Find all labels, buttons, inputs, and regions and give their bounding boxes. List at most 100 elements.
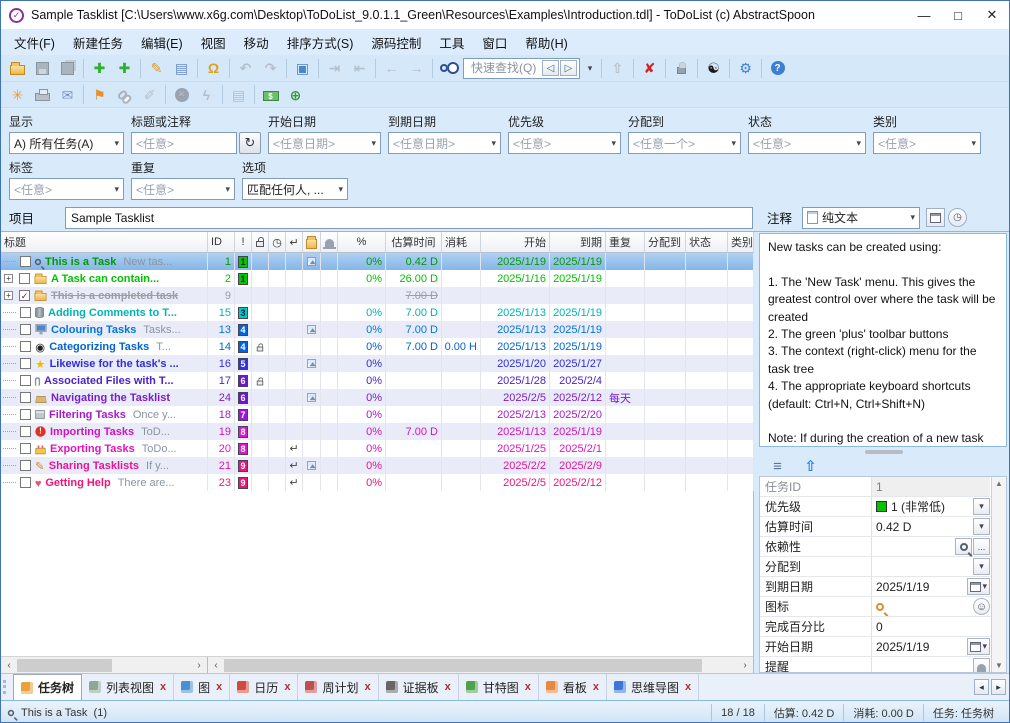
- column-header-recurrence[interactable]: ↵: [286, 232, 303, 253]
- undo-button[interactable]: ↶: [233, 57, 258, 79]
- menu-item-0[interactable]: 文件(F): [5, 29, 64, 56]
- tab-close-icon[interactable]: x: [216, 681, 222, 693]
- task-checkbox[interactable]: ✓: [19, 290, 30, 301]
- donate-button[interactable]: $: [258, 84, 283, 106]
- close-button[interactable]: ✕: [975, 1, 1009, 29]
- task-title-cell[interactable]: ★Likewise for the task's ...: [1, 355, 208, 372]
- dependency-search-button[interactable]: [955, 538, 972, 555]
- scroll-up-icon[interactable]: ▲: [995, 479, 1003, 488]
- reminder-button[interactable]: [973, 658, 990, 673]
- column-header-due[interactable]: 到期: [550, 232, 606, 253]
- cancel-button[interactable]: ✕: [169, 84, 194, 106]
- scroll-left-icon[interactable]: ‹: [208, 660, 224, 671]
- task-checkbox[interactable]: [20, 477, 31, 488]
- filter-text-input[interactable]: <任意>: [131, 132, 237, 154]
- previous-task-button[interactable]: ←: [379, 57, 404, 79]
- tab-week-planner[interactable]: 周计划x: [298, 674, 378, 700]
- sort-button[interactable]: ⇧: [605, 57, 630, 79]
- task-checkbox[interactable]: [19, 273, 30, 284]
- find-tasks-button[interactable]: [436, 57, 461, 79]
- delete-task-button[interactable]: ✘: [637, 57, 662, 79]
- activity-log-button[interactable]: ▤: [226, 84, 251, 106]
- task-comments-text[interactable]: New tasks can be created using: 1. The '…: [759, 233, 1007, 447]
- save-all-button[interactable]: [55, 57, 80, 79]
- scroll-left-icon[interactable]: ‹: [1, 660, 17, 671]
- task-row[interactable]: ★Likewise for the task's ...1650%2025/1/…: [1, 355, 753, 372]
- tab-close-icon[interactable]: x: [160, 681, 166, 693]
- attribute-value[interactable]: [872, 557, 972, 576]
- title-column-scrollbar[interactable]: ‹ ›: [1, 657, 208, 673]
- calendar-dropdown-button[interactable]: ▾: [967, 638, 990, 655]
- website-button[interactable]: ⊕: [283, 84, 308, 106]
- edit-task-attributes-button[interactable]: ▤: [169, 57, 194, 79]
- attribute-value[interactable]: [872, 597, 972, 616]
- task-checkbox[interactable]: [20, 443, 31, 454]
- scrollbar-thumb[interactable]: [224, 659, 702, 672]
- set-reminder-button[interactable]: Ω: [201, 57, 226, 79]
- task-title-cell[interactable]: Filtering TasksOnce y...: [1, 406, 208, 423]
- task-title-cell[interactable]: +✓This is a completed task: [1, 287, 208, 304]
- outline-view-button[interactable]: ≡: [765, 455, 790, 477]
- task-row[interactable]: Exporting TasksToDo...208↵0%2025/1/25202…: [1, 440, 753, 457]
- attribute-value[interactable]: [872, 657, 972, 673]
- next-task-button[interactable]: →: [404, 57, 429, 79]
- sort-attributes-button[interactable]: ⇧: [798, 455, 823, 477]
- link-task-button[interactable]: [112, 84, 137, 106]
- filter-combo[interactable]: A) 所有任务(A)▾: [9, 132, 124, 154]
- icon-picker-button[interactable]: ☺: [973, 598, 990, 615]
- menu-item-2[interactable]: 编辑(E): [132, 29, 192, 56]
- tree-expander[interactable]: +: [4, 274, 13, 283]
- print-button[interactable]: [30, 84, 55, 106]
- filter-combo[interactable]: <任意>▾: [131, 178, 235, 200]
- task-checkbox[interactable]: [20, 341, 31, 352]
- minimize-button[interactable]: —: [907, 1, 941, 29]
- menu-item-5[interactable]: 排序方式(S): [278, 29, 363, 56]
- column-header-title[interactable]: 标题: [1, 232, 208, 253]
- task-title-cell[interactable]: ✎Sharing TasklistsIf y...: [1, 457, 208, 474]
- preferences-button[interactable]: ⚙: [733, 57, 758, 79]
- task-title-cell[interactable]: Navigating the Tasklist: [1, 389, 208, 406]
- column-header-id[interactable]: ID: [208, 232, 235, 253]
- menu-item-9[interactable]: 帮助(H): [516, 29, 576, 56]
- menu-item-7[interactable]: 工具: [430, 29, 473, 56]
- task-checkbox[interactable]: [20, 426, 31, 437]
- time-tracking-button[interactable]: ◷: [948, 208, 967, 227]
- spellcheck-button[interactable]: ϟ: [194, 84, 219, 106]
- column-header-est-time[interactable]: 估算时间: [386, 232, 442, 253]
- project-name-input[interactable]: Sample Tasklist: [65, 207, 753, 229]
- task-row[interactable]: Colouring TasksTasks...1340%7.00 D2025/1…: [1, 321, 753, 338]
- tab-calendar[interactable]: 日历x: [230, 674, 298, 700]
- attribute-value[interactable]: 1: [872, 477, 990, 496]
- task-row[interactable]: This is a TaskNew tas...110%0.42 D2025/1…: [1, 253, 753, 270]
- task-row[interactable]: Navigating the Tasklist2460%2025/2/52025…: [1, 389, 753, 406]
- column-header-category[interactable]: 类别: [728, 232, 754, 253]
- browse-button[interactable]: ...: [973, 538, 990, 555]
- column-header-file-link[interactable]: [303, 232, 321, 253]
- menu-item-4[interactable]: 移动: [235, 29, 278, 56]
- tab-close-icon[interactable]: x: [593, 681, 599, 693]
- task-title-cell[interactable]: ♥Getting HelpThere are...: [1, 474, 208, 491]
- help-button[interactable]: ?: [765, 57, 790, 79]
- tab-chart[interactable]: 图x: [174, 674, 230, 700]
- column-header-repeat[interactable]: 重复: [606, 232, 645, 253]
- tab-evidence-board[interactable]: 证据板x: [379, 674, 459, 700]
- task-title-cell[interactable]: Exporting TasksToDo...: [1, 440, 208, 457]
- tab-task-tree[interactable]: 任务树: [13, 674, 82, 700]
- column-header-percent[interactable]: %: [338, 232, 386, 253]
- filter-combo[interactable]: <任意>▾: [9, 178, 124, 200]
- task-row[interactable]: Adding Comments to T...1530%7.00 D2025/1…: [1, 304, 753, 321]
- task-title-cell[interactable]: ◉Categorizing TasksT...: [1, 338, 208, 355]
- task-row[interactable]: +A Task can contain...210%26.00 D2025/1/…: [1, 270, 753, 287]
- task-title-cell[interactable]: Adding Comments to T...: [1, 304, 208, 321]
- quick-find-dropdown[interactable]: ▾: [582, 58, 598, 79]
- new-subtask-button[interactable]: ✚: [112, 57, 137, 79]
- scrollbar-thumb[interactable]: [17, 659, 112, 672]
- tree-expander[interactable]: +: [4, 291, 13, 300]
- attribute-value[interactable]: 2025/1/19: [872, 637, 966, 656]
- task-row[interactable]: +✓This is a completed task97.00 D: [1, 287, 753, 304]
- task-checkbox[interactable]: [20, 460, 31, 471]
- task-title-cell[interactable]: Colouring TasksTasks...: [1, 321, 208, 338]
- scroll-down-icon[interactable]: ▼: [995, 661, 1003, 670]
- attribute-value[interactable]: 0: [872, 617, 990, 636]
- find-next-button[interactable]: ▷: [560, 60, 577, 76]
